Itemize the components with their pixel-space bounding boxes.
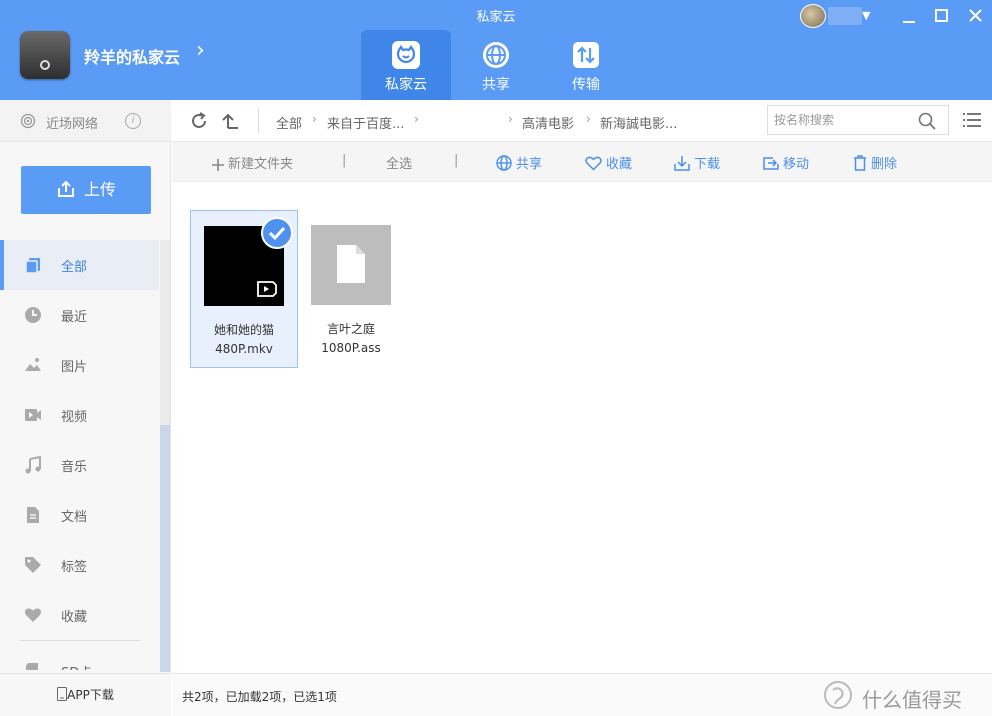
app-header: 私家云 羚羊的私家云 › 私家云 共享 传输 ▼ bbox=[0, 0, 992, 100]
video-badge-icon bbox=[257, 281, 277, 297]
avatar[interactable] bbox=[800, 4, 826, 28]
minimize-icon[interactable] bbox=[896, 4, 922, 28]
sidebar-item-all[interactable]: 全部 bbox=[0, 240, 159, 290]
nearby-network[interactable]: 近场网络 i bbox=[0, 100, 171, 142]
download-icon bbox=[674, 156, 690, 171]
address-bar: 全部 › 来自于百度... › › 高清电影 › 新海誠电影... bbox=[172, 100, 992, 142]
list-view-icon[interactable] bbox=[962, 110, 982, 130]
tab-share[interactable]: 共享 bbox=[451, 30, 541, 100]
sidebar-scrollbar[interactable] bbox=[160, 240, 170, 672]
upload-icon bbox=[57, 180, 74, 197]
files-icon bbox=[25, 258, 40, 274]
breadcrumb-shinkai-movies[interactable]: 新海誠电影... bbox=[600, 113, 677, 132]
search-box[interactable] bbox=[767, 105, 949, 135]
clock-icon bbox=[25, 307, 41, 323]
watermark-logo-icon bbox=[824, 681, 852, 709]
plus-icon bbox=[212, 159, 224, 171]
toolbar-divider: | bbox=[342, 153, 347, 168]
app-download-button[interactable]: APP下载 bbox=[0, 673, 171, 716]
wifi-signal-icon bbox=[20, 113, 36, 129]
document-thumbnail bbox=[311, 225, 391, 305]
cloud-cat-icon bbox=[392, 41, 420, 69]
sidebar-item-video[interactable]: 视频 bbox=[0, 390, 159, 440]
status-text: 共2项，已加载2项，已选1项 bbox=[182, 690, 337, 704]
file-grid: 她和她的猫 480P.mkv 言叶之庭 1080P.ass bbox=[172, 182, 992, 672]
favorite-button[interactable]: 收藏 bbox=[585, 153, 632, 172]
chevron-right-icon: › bbox=[586, 112, 591, 126]
file-item-video[interactable]: 她和她的猫 480P.mkv bbox=[190, 210, 298, 368]
sidebar-item-music[interactable]: 音乐 bbox=[0, 440, 159, 490]
heart-outline-icon bbox=[585, 156, 602, 171]
move-button[interactable]: 移动 bbox=[763, 153, 809, 172]
document-icon bbox=[27, 507, 39, 523]
username-placeholder[interactable] bbox=[828, 7, 862, 25]
refresh-icon[interactable] bbox=[188, 110, 210, 132]
sidebar-item-sd-card[interactable]: SD卡 bbox=[0, 648, 159, 670]
breadcrumb-baidu[interactable]: 来自于百度... bbox=[327, 113, 404, 132]
up-arrow-icon[interactable] bbox=[220, 110, 242, 132]
file-item-subtitle[interactable]: 言叶之庭 1080P.ass bbox=[298, 210, 406, 368]
download-button[interactable]: 下载 bbox=[674, 153, 720, 172]
selected-check-icon[interactable] bbox=[261, 217, 293, 249]
image-icon bbox=[25, 358, 41, 371]
file-name: 言叶之庭 1080P.ass bbox=[321, 322, 381, 355]
nearby-label: 近场网络 bbox=[46, 117, 99, 132]
address-divider bbox=[258, 108, 259, 134]
sd-card-icon bbox=[26, 663, 38, 670]
transfer-icon bbox=[573, 42, 599, 68]
sidebar-item-documents[interactable]: 文档 bbox=[0, 490, 159, 540]
action-toolbar: 新建文件夹 | 全选 | 共享 收藏 下载 移动 删除 bbox=[172, 142, 992, 182]
sidebar-item-recent[interactable]: 最近 bbox=[0, 290, 159, 340]
device-name[interactable]: 羚羊的私家云 bbox=[84, 44, 180, 68]
trash-icon bbox=[854, 155, 866, 171]
toolbar-divider: | bbox=[454, 153, 459, 168]
device-logo[interactable] bbox=[20, 31, 70, 79]
sidebar-item-favorites[interactable]: 收藏 bbox=[0, 590, 159, 640]
caret-down-icon[interactable]: ▼ bbox=[862, 9, 870, 22]
chevron-right-icon: › bbox=[312, 112, 317, 126]
chevron-right-icon: › bbox=[508, 112, 513, 126]
watermark: 什么值得买 bbox=[822, 680, 992, 714]
status-bar: 共2项，已加载2项，已选1项 什么值得买 bbox=[172, 673, 992, 716]
tab-transfer[interactable]: 传输 bbox=[541, 30, 631, 100]
music-icon bbox=[25, 456, 41, 474]
phone-icon bbox=[57, 687, 68, 701]
search-icon[interactable] bbox=[918, 112, 936, 130]
move-icon bbox=[763, 157, 779, 170]
heart-icon bbox=[25, 608, 41, 622]
search-input[interactable] bbox=[774, 111, 914, 129]
tab-private-cloud[interactable]: 私家云 bbox=[361, 30, 451, 100]
breadcrumb-hd-movies[interactable]: 高清电影 bbox=[522, 113, 574, 132]
sidebar-item-tags[interactable]: 标签 bbox=[0, 540, 159, 590]
sidebar-item-images[interactable]: 图片 bbox=[0, 340, 159, 390]
scrollbar-thumb[interactable] bbox=[160, 425, 170, 672]
sidebar: 近场网络 i 上传 全部 最近 图片 视频 音乐 文档 标签 收藏 APP下载 bbox=[0, 100, 171, 716]
upload-button[interactable]: 上传 bbox=[21, 166, 151, 214]
globe-icon bbox=[496, 155, 512, 171]
close-icon[interactable] bbox=[962, 4, 988, 28]
tag-icon bbox=[25, 557, 41, 573]
breadcrumb-all[interactable]: 全部 bbox=[276, 113, 302, 132]
new-folder-button[interactable]: 新建文件夹 bbox=[212, 153, 293, 172]
chevron-right-icon[interactable]: › bbox=[196, 38, 205, 63]
video-icon bbox=[25, 409, 41, 421]
delete-button[interactable]: 删除 bbox=[853, 153, 897, 172]
file-icon bbox=[337, 245, 365, 283]
select-all-button[interactable]: 全选 bbox=[386, 153, 412, 172]
globe-icon bbox=[483, 42, 509, 68]
chevron-right-icon: › bbox=[414, 112, 419, 126]
info-icon[interactable]: i bbox=[125, 113, 141, 129]
share-button[interactable]: 共享 bbox=[496, 153, 542, 172]
sidebar-divider bbox=[20, 640, 140, 641]
maximize-icon[interactable] bbox=[928, 4, 954, 28]
file-name: 她和她的猫 480P.mkv bbox=[213, 323, 274, 356]
